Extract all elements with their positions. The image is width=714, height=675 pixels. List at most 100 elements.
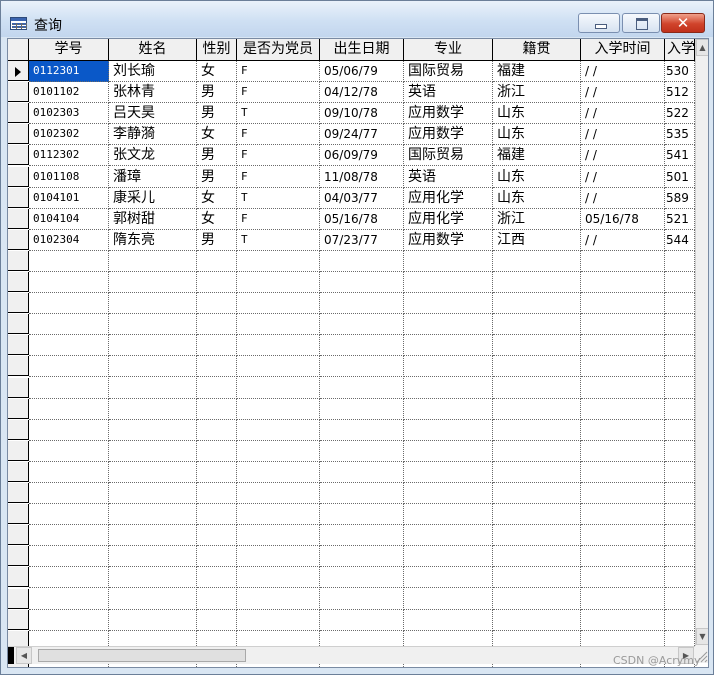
cell-enrollment-date[interactable]: / /: [581, 124, 665, 145]
cell-gender[interactable]: 男: [197, 103, 237, 124]
cell-gender[interactable]: [197, 356, 237, 377]
cell-party-member[interactable]: T: [237, 188, 320, 209]
cell-enrollment-score[interactable]: [665, 441, 695, 462]
cell-party-member[interactable]: T: [237, 230, 320, 251]
cell-enrollment-score[interactable]: 512: [665, 82, 695, 103]
row-selector[interactable]: [8, 546, 29, 566]
cell-enrollment-score[interactable]: 541: [665, 145, 695, 166]
cell-hometown[interactable]: 福建: [493, 61, 581, 82]
cell-enrollment-score[interactable]: [665, 293, 695, 314]
cell-hometown[interactable]: [493, 589, 581, 610]
cell-enrollment-date[interactable]: [581, 546, 665, 567]
cell-major[interactable]: 英语: [404, 82, 493, 103]
cell-enrollment-date[interactable]: [581, 462, 665, 483]
cell-student-id[interactable]: [29, 399, 109, 420]
cell-enrollment-date[interactable]: [581, 610, 665, 631]
close-button[interactable]: ✕: [661, 13, 705, 33]
cell-enrollment-date[interactable]: [581, 356, 665, 377]
cell-student-id[interactable]: [29, 546, 109, 567]
cell-gender[interactable]: [197, 251, 237, 272]
cell-birth-date[interactable]: [320, 567, 404, 588]
column-header-major[interactable]: 专业: [404, 39, 493, 60]
table-row[interactable]: [8, 589, 695, 610]
row-selector[interactable]: [8, 610, 29, 630]
cell-enrollment-date[interactable]: [581, 272, 665, 293]
table-row[interactable]: [8, 504, 695, 525]
table-row[interactable]: [8, 546, 695, 567]
cell-name[interactable]: [109, 314, 197, 335]
cell-enrollment-score[interactable]: [665, 462, 695, 483]
cell-birth-date[interactable]: 09/10/78: [320, 103, 404, 124]
cell-party-member[interactable]: [237, 420, 320, 441]
cell-major[interactable]: [404, 483, 493, 504]
cell-party-member[interactable]: F: [237, 82, 320, 103]
cell-student-id[interactable]: [29, 441, 109, 462]
cell-major[interactable]: [404, 335, 493, 356]
cell-gender[interactable]: 女: [197, 188, 237, 209]
cell-hometown[interactable]: [493, 483, 581, 504]
cell-enrollment-date[interactable]: [581, 567, 665, 588]
cell-name[interactable]: [109, 567, 197, 588]
cell-gender[interactable]: [197, 567, 237, 588]
cell-hometown[interactable]: [493, 314, 581, 335]
row-selector[interactable]: [8, 399, 29, 419]
cell-enrollment-score[interactable]: [665, 483, 695, 504]
cell-birth-date[interactable]: 04/03/77: [320, 188, 404, 209]
cell-gender[interactable]: [197, 441, 237, 462]
cell-major[interactable]: [404, 272, 493, 293]
cell-party-member[interactable]: [237, 525, 320, 546]
cell-enrollment-score[interactable]: [665, 335, 695, 356]
row-selector[interactable]: [8, 504, 29, 524]
cell-name[interactable]: 张文龙: [109, 145, 197, 166]
cell-birth-date[interactable]: [320, 589, 404, 610]
cell-hometown[interactable]: [493, 293, 581, 314]
cell-major[interactable]: [404, 378, 493, 399]
table-row[interactable]: 0102303 吕天昊男 T 09/10/78 应用数学 山东 / /522: [8, 103, 695, 124]
table-row[interactable]: 0101108 潘璋男 F 11/08/78 英语 山东 / /501: [8, 167, 695, 188]
table-row[interactable]: [8, 483, 695, 504]
cell-name[interactable]: [109, 441, 197, 462]
cell-enrollment-score[interactable]: 544: [665, 230, 695, 251]
cell-birth-date[interactable]: 05/06/79: [320, 61, 404, 82]
table-row[interactable]: 0101102 张林青男 F 04/12/78 英语 浙江 / /512: [8, 82, 695, 103]
cell-name[interactable]: [109, 293, 197, 314]
column-header-enrollment-score[interactable]: 入学: [665, 39, 695, 60]
table-row[interactable]: [8, 462, 695, 483]
cell-name[interactable]: 隋东亮: [109, 230, 197, 251]
cell-hometown[interactable]: 山东: [493, 188, 581, 209]
row-selector[interactable]: [8, 378, 29, 398]
cell-gender[interactable]: 女: [197, 124, 237, 145]
cell-major[interactable]: [404, 567, 493, 588]
cell-enrollment-date[interactable]: / /: [581, 145, 665, 166]
table-row[interactable]: 0112301 刘长瑜女 F 05/06/79 国际贸易 福建 / /530: [8, 61, 695, 82]
data-grid[interactable]: 学号 姓名 性别 是否为党员 出生日期 专业 籍贯 入学时间 入学 011230…: [7, 38, 709, 668]
arrow-left-icon[interactable]: ◀: [16, 647, 32, 664]
cell-enrollment-date[interactable]: 05/16/78: [581, 209, 665, 230]
cell-major[interactable]: [404, 314, 493, 335]
table-row[interactable]: [8, 356, 695, 377]
cell-enrollment-score[interactable]: [665, 378, 695, 399]
cell-gender[interactable]: [197, 610, 237, 631]
row-selector[interactable]: [8, 462, 29, 482]
cell-party-member[interactable]: [237, 441, 320, 462]
row-selector[interactable]: [8, 188, 29, 208]
cell-enrollment-date[interactable]: [581, 441, 665, 462]
cell-name[interactable]: [109, 356, 197, 377]
cell-birth-date[interactable]: [320, 462, 404, 483]
cell-birth-date[interactable]: 05/16/78: [320, 209, 404, 230]
cell-student-id[interactable]: 0112302: [29, 145, 109, 166]
cell-party-member[interactable]: [237, 567, 320, 588]
cell-birth-date[interactable]: 09/24/77: [320, 124, 404, 145]
cell-party-member[interactable]: [237, 610, 320, 631]
table-row[interactable]: [8, 525, 695, 546]
cell-birth-date[interactable]: [320, 272, 404, 293]
row-selector[interactable]: [8, 230, 29, 250]
cell-major[interactable]: [404, 589, 493, 610]
table-row[interactable]: [8, 610, 695, 631]
cell-student-id[interactable]: [29, 314, 109, 335]
table-row[interactable]: 0104104 郭树甜女 F 05/16/78 应用化学 浙江 05/16/78 521: [8, 209, 695, 230]
cell-party-member[interactable]: [237, 335, 320, 356]
cell-student-id[interactable]: 0102304: [29, 230, 109, 251]
cell-enrollment-score[interactable]: [665, 251, 695, 272]
cell-birth-date[interactable]: 06/09/79: [320, 145, 404, 166]
